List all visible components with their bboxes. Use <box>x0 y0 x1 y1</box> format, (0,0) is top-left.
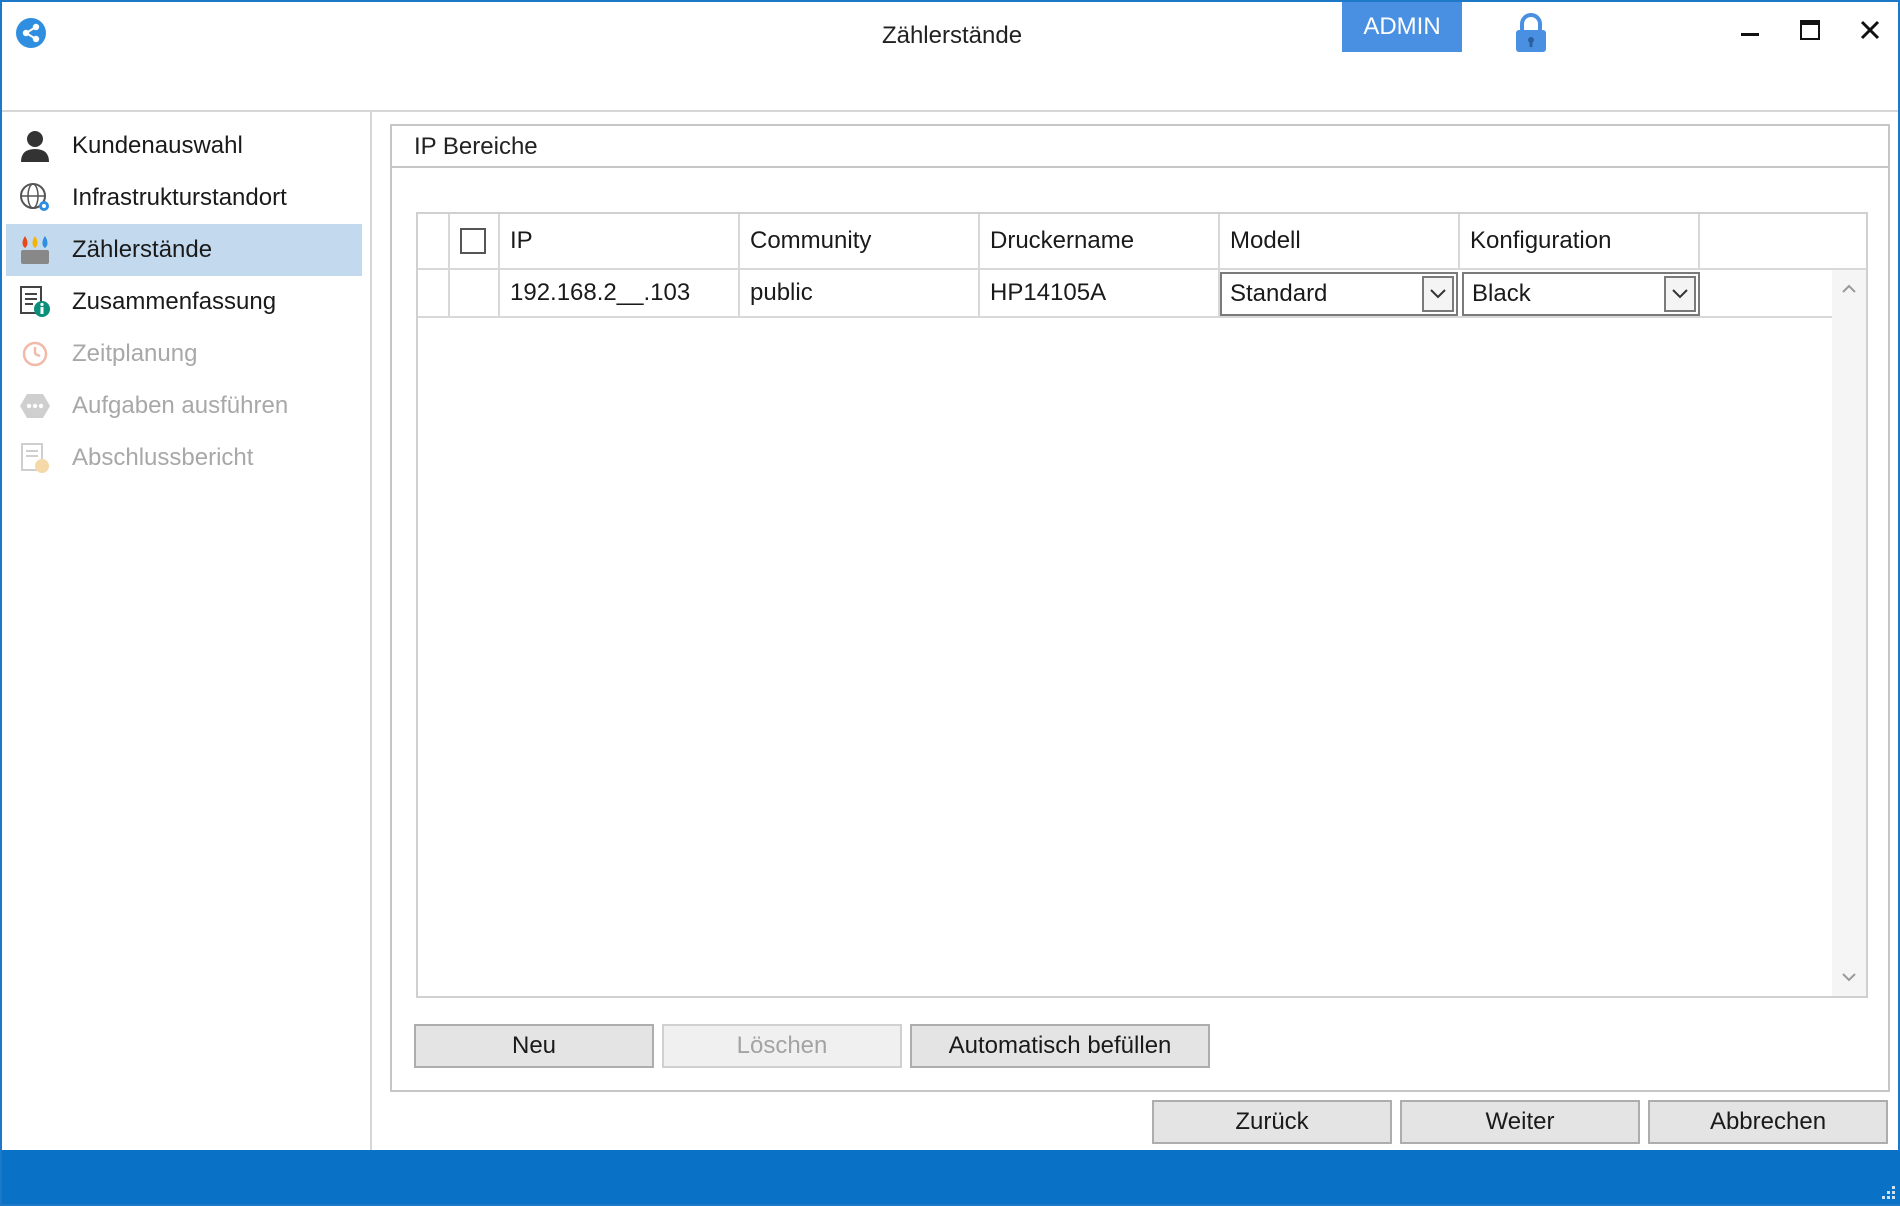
sidebar-item-label: Zählerstände <box>72 236 213 263</box>
document-info-icon <box>16 283 54 321</box>
delete-button[interactable]: Löschen <box>662 1024 902 1068</box>
next-button[interactable]: Weiter <box>1400 1100 1640 1144</box>
cell-modell: Standard <box>1220 270 1460 316</box>
sidebar-item-infrastrukturstandort[interactable]: Infrastrukturstandort <box>6 172 362 224</box>
row-select-cell[interactable] <box>450 270 500 316</box>
window-title: Zählerstände <box>881 22 1023 49</box>
sidebar-item-label: Abschlussbericht <box>72 444 254 471</box>
app-window: Zählerstände ADMIN Kundenauswahl Infrast… <box>0 0 1900 1206</box>
lock-icon[interactable] <box>1514 12 1548 54</box>
report-icon <box>16 439 54 477</box>
resize-grip-icon[interactable] <box>1878 1182 1896 1200</box>
modell-select[interactable]: Standard <box>1220 272 1458 316</box>
sidebar-item-aufgaben-ausfuehren: Aufgaben ausführen <box>6 380 362 432</box>
column-header-community[interactable]: Community <box>740 214 980 268</box>
auto-fill-button[interactable]: Automatisch befüllen <box>910 1024 1210 1068</box>
ink-drops-icon <box>16 231 54 269</box>
column-header-druckername[interactable]: Druckername <box>980 214 1220 268</box>
cell-druckername[interactable]: HP14105A <box>980 270 1220 316</box>
konfiguration-select-value: Black <box>1472 280 1531 307</box>
close-button[interactable] <box>1850 10 1890 50</box>
table-row[interactable]: 192.168.2__.103 public HP14105A Standard… <box>418 270 1834 318</box>
select-all-checkbox[interactable] <box>460 228 486 254</box>
sidebar-item-abschlussbericht: Abschlussbericht <box>6 432 362 484</box>
group-title: IP Bereiche <box>392 126 1888 168</box>
scroll-down-icon[interactable] <box>1836 964 1862 990</box>
ip-ranges-group: IP Bereiche IP Community Druckername Mod… <box>390 124 1890 1092</box>
cell-konfiguration: Black <box>1460 270 1700 316</box>
chevron-down-icon[interactable] <box>1422 276 1454 312</box>
back-button[interactable]: Zurück <box>1152 1100 1392 1144</box>
chevron-down-icon[interactable] <box>1664 276 1696 312</box>
cell-ip[interactable]: 192.168.2__.103 <box>500 270 740 316</box>
row-header-cell[interactable] <box>418 270 450 316</box>
sidebar-item-zusammenfassung[interactable]: Zusammenfassung <box>6 276 362 328</box>
column-header-modell[interactable]: Modell <box>1220 214 1460 268</box>
sidebar-item-label: Aufgaben ausführen <box>72 392 289 419</box>
ip-ranges-table: IP Community Druckername Modell Konfigur… <box>416 212 1868 998</box>
scroll-up-icon[interactable] <box>1836 276 1862 302</box>
table-header: IP Community Druckername Modell Konfigur… <box>418 214 1866 270</box>
status-bar <box>2 1150 1900 1204</box>
column-header-konfiguration[interactable]: Konfiguration <box>1460 214 1700 268</box>
sidebar-item-label: Kundenauswahl <box>72 132 243 159</box>
globe-location-icon <box>16 179 54 217</box>
konfiguration-select[interactable]: Black <box>1462 272 1700 316</box>
new-button[interactable]: Neu <box>414 1024 654 1068</box>
sidebar-item-label: Infrastrukturstandort <box>72 184 287 211</box>
clock-icon <box>16 335 54 373</box>
maximize-button[interactable] <box>1790 10 1830 50</box>
sidebar-item-label: Zeitplanung <box>72 340 198 367</box>
column-header-ip[interactable]: IP <box>500 214 740 268</box>
title-bar: Zählerstände ADMIN <box>2 2 1898 112</box>
sidebar-item-zaehlerstaende[interactable]: Zählerstände <box>6 224 362 276</box>
cell-community[interactable]: public <box>740 270 980 316</box>
vertical-scrollbar[interactable] <box>1832 270 1866 996</box>
select-all-column <box>450 214 500 268</box>
modell-select-value: Standard <box>1230 280 1328 307</box>
sidebar-item-label: Zusammenfassung <box>72 288 277 315</box>
admin-badge[interactable]: ADMIN <box>1342 2 1462 52</box>
sidebar-item-zeitplanung: Zeitplanung <box>6 328 362 380</box>
minimize-button[interactable] <box>1730 10 1770 50</box>
sidebar-item-kundenauswahl[interactable]: Kundenauswahl <box>6 120 362 172</box>
user-icon <box>16 127 54 165</box>
sidebar: Kundenauswahl Infrastrukturstandort Zähl… <box>2 112 372 1152</box>
cancel-button[interactable]: Abbrechen <box>1648 1100 1888 1144</box>
row-header-column <box>418 214 450 268</box>
ellipsis-icon <box>16 387 54 425</box>
